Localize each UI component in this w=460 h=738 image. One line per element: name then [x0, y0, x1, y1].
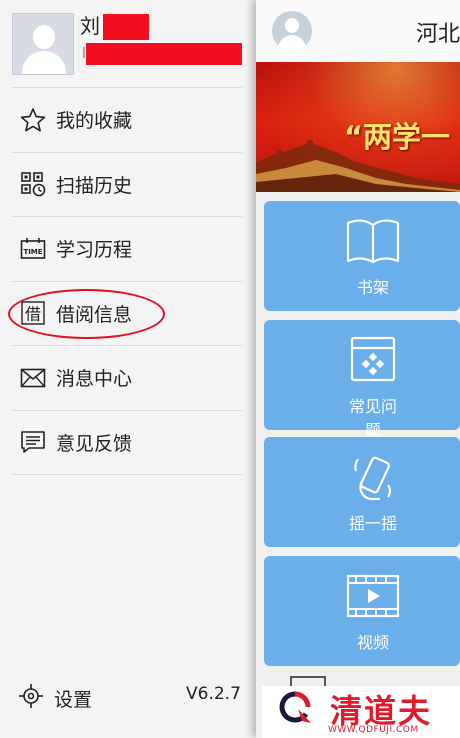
menu-item-feedback[interactable]: 意见反馈 [12, 411, 242, 475]
shake-tile[interactable]: 摇一摇 [264, 437, 460, 547]
q-logo-icon [279, 691, 311, 723]
redaction-bar [103, 14, 149, 40]
svg-text:TIME: TIME [23, 248, 42, 256]
menu-item-borrow-info[interactable]: 借 借阅信息 [8, 282, 242, 346]
faq-tile[interactable]: 常见问题 [264, 320, 460, 440]
menu-item-label: 学习历程 [56, 239, 133, 262]
side-drawer: 刘 l 我的收藏 扫描历史 TIME 学习历程 借 借阅信息 消息中心 意见反馈… [0, 0, 256, 738]
time-calendar-icon: TIME [20, 236, 46, 262]
menu-item-label: 消息中心 [56, 368, 133, 391]
profile-header[interactable]: 刘 l [0, 0, 256, 88]
tile-label: 视频 [356, 633, 389, 652]
redaction-bar [86, 43, 242, 65]
star-icon [20, 107, 46, 133]
video-icon [346, 574, 400, 618]
banner-image[interactable]: “两学一 [256, 62, 460, 192]
mail-icon [20, 365, 46, 391]
main-panel: 河北 “两学一 书架 常见问题 摇一摇 视频 [256, 0, 460, 738]
faq-icon [350, 336, 396, 382]
tile-label: 常见问题 [348, 397, 397, 440]
bookshelf-tile[interactable]: 书架 [264, 201, 460, 311]
menu-item-label: 我的收藏 [56, 110, 133, 133]
top-bar: 河北 [256, 0, 460, 62]
menu-item-study-history[interactable]: TIME 学习历程 [12, 217, 242, 282]
menu-item-scan-history[interactable]: 扫描历史 [12, 153, 242, 217]
watermark-url: WWW.QDFUJI.COM [328, 725, 419, 735]
user-name: 刘 [80, 14, 100, 38]
borrow-icon: 借 [20, 300, 46, 326]
drawer-menu: 我的收藏 扫描历史 TIME 学习历程 借 借阅信息 消息中心 意见反馈 [8, 87, 242, 475]
book-icon [346, 219, 400, 264]
banner-text: “两学一 [344, 120, 451, 154]
menu-item-label: 借阅信息 [56, 303, 133, 326]
gear-icon [18, 683, 44, 713]
video-tile[interactable]: 视频 [264, 556, 460, 666]
version-label: V6.2.7 [186, 684, 241, 704]
avatar[interactable] [12, 13, 74, 75]
page-title: 河北 [416, 22, 460, 47]
settings-label: 设置 [54, 688, 93, 711]
shake-phone-icon [354, 456, 391, 501]
header-avatar[interactable] [272, 11, 312, 51]
menu-item-label: 扫描历史 [56, 174, 133, 197]
watermark-logo: 清道夫 WWW.QDFUJI.COM [262, 686, 460, 738]
tile-label: 书架 [356, 278, 389, 297]
qr-scan-icon [20, 171, 46, 197]
tile-label: 摇一摇 [348, 514, 397, 533]
feedback-icon [20, 429, 46, 455]
borrow-icon-char: 借 [25, 305, 41, 324]
menu-item-messages[interactable]: 消息中心 [12, 346, 242, 411]
menu-item-label: 意见反馈 [56, 432, 133, 455]
menu-item-favorites[interactable]: 我的收藏 [12, 88, 242, 153]
